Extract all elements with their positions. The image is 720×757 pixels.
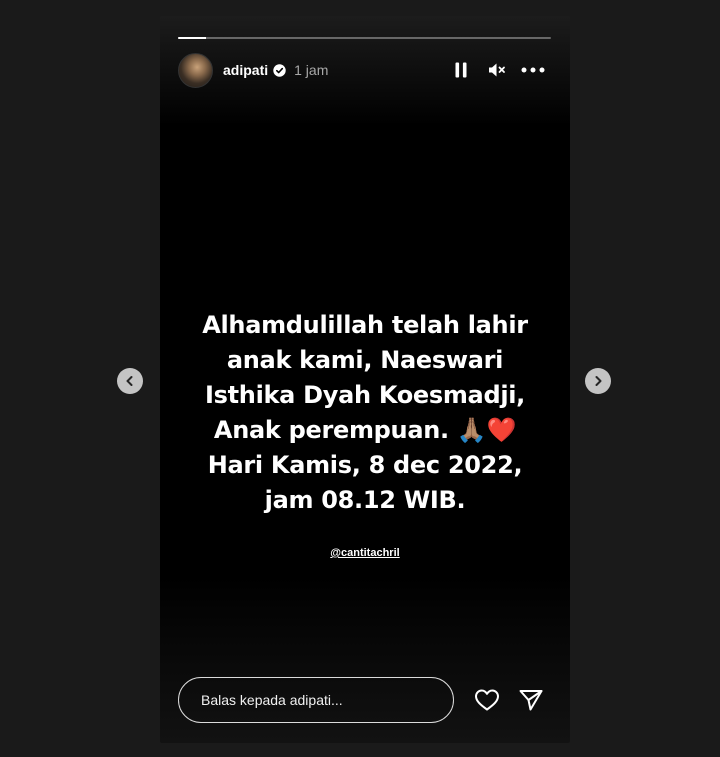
username[interactable]: adipati [223,62,268,78]
like-button[interactable] [472,685,502,715]
story-card[interactable]: adipati 1 jam Alhamdulillah telah lahir … [160,16,570,743]
mute-button[interactable] [479,58,515,82]
more-options-button[interactable] [515,58,551,82]
reply-bar: Balas kepada adipati... [178,676,551,724]
caption-line: Alhamdulillah telah lahir [202,311,528,339]
caption-line: Hari Kamis, 8 dec 2022, [207,451,523,479]
reply-input[interactable]: Balas kepada adipati... [178,677,454,723]
story-controls [443,58,551,82]
muted-speaker-icon [489,63,505,77]
story-viewer-page: adipati 1 jam Alhamdulillah telah lahir … [0,0,720,757]
pause-icon [455,62,467,78]
send-icon [519,690,543,711]
chevron-right-icon [595,376,602,386]
story-progress-bar [178,37,551,39]
post-time: 1 jam [294,62,329,78]
chevron-left-icon [126,376,133,386]
story-caption: Alhamdulillah telah lahir anak kami, Nae… [160,308,570,518]
story-progress-fill [178,37,206,39]
caption-line: Anak perempuan. 🙏🏽❤️ [213,416,517,444]
reply-actions [472,685,546,715]
caption-line: Isthika Dyah Koesmadji, [205,381,525,409]
verified-badge-icon [273,63,286,77]
avatar[interactable] [178,52,213,88]
story-header: adipati 1 jam [178,52,551,88]
mention-link[interactable]: @cantitachril [330,547,399,559]
reply-placeholder: Balas kepada adipati... [201,692,343,708]
share-button[interactable] [516,685,546,715]
pause-button[interactable] [443,58,479,82]
more-options-icon [521,67,545,73]
previous-story-button[interactable] [117,368,143,394]
next-story-button[interactable] [585,368,611,394]
caption-line: anak kami, Naeswari [226,346,504,374]
caption-line: jam 08.12 WIB. [264,486,466,514]
mention-sticker: @cantitachril [160,543,570,561]
heart-icon [475,689,499,711]
